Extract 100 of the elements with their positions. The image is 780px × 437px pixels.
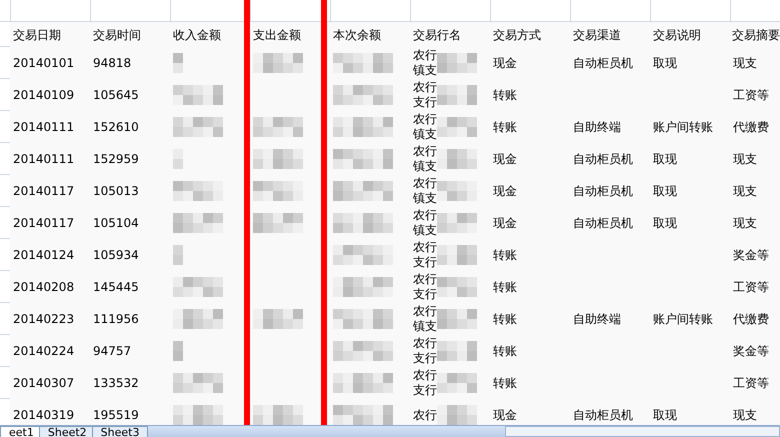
- table-cell-text: 转账: [493, 119, 517, 136]
- table-cell-text: 现金: [493, 55, 517, 72]
- blurred-value: [437, 405, 477, 425]
- table-cell-text: 20140208: [13, 279, 74, 296]
- table-cell: 农行: [413, 176, 437, 191]
- table-cell-text: 94818: [93, 55, 132, 72]
- table-cell-text: 195519: [93, 407, 139, 424]
- table-cell-text: 133532: [93, 375, 139, 392]
- table-cell-text: 94757: [93, 343, 132, 360]
- blurred-value: [437, 181, 477, 201]
- table-cell: 支行: [413, 351, 437, 366]
- table-cell: 镇支: [413, 223, 437, 238]
- table-cell-text: 20140109: [13, 87, 74, 104]
- table-cell-text: 111956: [93, 311, 139, 328]
- column-header: 交易行名: [412, 26, 462, 44]
- table-cell-text: 转账: [493, 87, 517, 104]
- table-cell-text: 现金: [493, 215, 517, 232]
- table-cell-text: 20140223: [13, 311, 74, 328]
- table-cell-text: 代缴费: [733, 119, 769, 136]
- table-cell-text: 取现: [653, 151, 677, 168]
- table-cell-text: 自动柜员机: [573, 407, 633, 424]
- table-cell-text: 20140117: [13, 215, 74, 232]
- table-cell: 镇支: [413, 127, 437, 142]
- table-cell-text: 转账: [493, 311, 517, 328]
- table-cell: 农行: [413, 336, 437, 351]
- table-cell-text: 取现: [653, 215, 677, 232]
- table-cell-text: 现金: [493, 151, 517, 168]
- table-cell-text: 现支: [733, 151, 757, 168]
- table-cell-text: 工资等: [733, 279, 769, 296]
- table-cell-text: 转账: [493, 375, 517, 392]
- table-cell-text: 账户间转账: [653, 119, 713, 136]
- table-cell-text: 自动柜员机: [573, 55, 633, 72]
- table-cell-text: 转账: [493, 343, 517, 360]
- blurred-value: [437, 341, 477, 361]
- table-cell-text: 转账: [493, 279, 517, 296]
- table-cell: 农行: [413, 304, 437, 319]
- column-header: 支出金额: [252, 26, 302, 44]
- table-cell: 镇支: [413, 63, 437, 78]
- table-cell-text: 代缴费: [733, 311, 769, 328]
- table-cell-text: 取现: [653, 407, 677, 424]
- table-cell-text: 自动柜员机: [573, 151, 633, 168]
- table-cell-text: 取现: [653, 55, 677, 72]
- table-cell: 镇支: [413, 159, 437, 174]
- table-cell: 镇支: [413, 319, 437, 334]
- table-cell: 农行: [413, 240, 437, 255]
- table-cell-text: 105645: [93, 87, 139, 104]
- table-cell-text: 自动柜员机: [573, 215, 633, 232]
- table-cell: 支行: [413, 255, 437, 270]
- table-cell-text: 账户间转账: [653, 311, 713, 328]
- blurred-value: [437, 213, 477, 233]
- table-cell-text: 20140124: [13, 247, 74, 264]
- table-cell: 农行: [413, 408, 437, 422]
- table-cell-text: 现金: [493, 407, 517, 424]
- table-cell-text: 20140111: [13, 119, 74, 136]
- table-cell-text: 152610: [93, 119, 139, 136]
- table-cell-text: 奖金等: [733, 343, 769, 360]
- table-cell-text: 105013: [93, 183, 139, 200]
- blurred-value: [437, 245, 477, 265]
- table-cell-text: 奖金等: [733, 247, 769, 264]
- table-cell-text: 20140101: [13, 55, 74, 72]
- column-header: 交易说明: [652, 26, 702, 44]
- column-header: 交易摘要: [731, 26, 780, 44]
- table-cell-text: 20140117: [13, 183, 74, 200]
- table-cell: 支行: [413, 95, 437, 110]
- blurred-value: [437, 277, 477, 297]
- blurred-value: [437, 117, 477, 137]
- table-cell: 农行: [413, 368, 437, 383]
- table-cell-text: 20140307: [13, 375, 74, 392]
- table-cell-text: 现支: [733, 183, 757, 200]
- table-cell-text: 转账: [493, 247, 517, 264]
- table-cell: 农行: [413, 48, 437, 63]
- table-cell: 农行: [413, 144, 437, 159]
- table-cell: 农行: [413, 208, 437, 223]
- table-cell-text: 105104: [93, 215, 139, 232]
- table-cell-text: 20140111: [13, 151, 74, 168]
- table-cell-text: 152959: [93, 151, 139, 168]
- column-header: 本次余额: [332, 26, 382, 44]
- table-cell: 支行: [413, 383, 437, 398]
- column-header: 交易时间: [92, 26, 142, 44]
- blurred-value: [437, 309, 477, 329]
- table-cell: 支行: [413, 287, 437, 302]
- blurred-value: [437, 149, 477, 169]
- table-cell-text: 自助终端: [573, 119, 621, 136]
- table-cell-text: 20140319: [13, 407, 74, 424]
- table-cell: 农行: [413, 272, 437, 287]
- sheet-tab[interactable]: Sheet3: [92, 426, 148, 437]
- blurred-value: [437, 53, 477, 73]
- column-header: 交易渠道: [572, 26, 622, 44]
- horizontal-scrollbar[interactable]: [505, 426, 780, 437]
- column-header: 交易日期: [12, 26, 62, 44]
- table-cell-text: 现支: [733, 55, 757, 72]
- blurred-value: [437, 373, 477, 393]
- table-cell-text: 现金: [493, 183, 517, 200]
- table-cell-text: 20140224: [13, 343, 74, 360]
- blurred-value: [437, 85, 477, 105]
- table-cell: 农行: [413, 80, 437, 95]
- table-cell-text: 取现: [653, 183, 677, 200]
- column-header: 交易方式: [492, 26, 542, 44]
- table-cell: 农行: [413, 112, 437, 127]
- table-cell-text: 105934: [93, 247, 139, 264]
